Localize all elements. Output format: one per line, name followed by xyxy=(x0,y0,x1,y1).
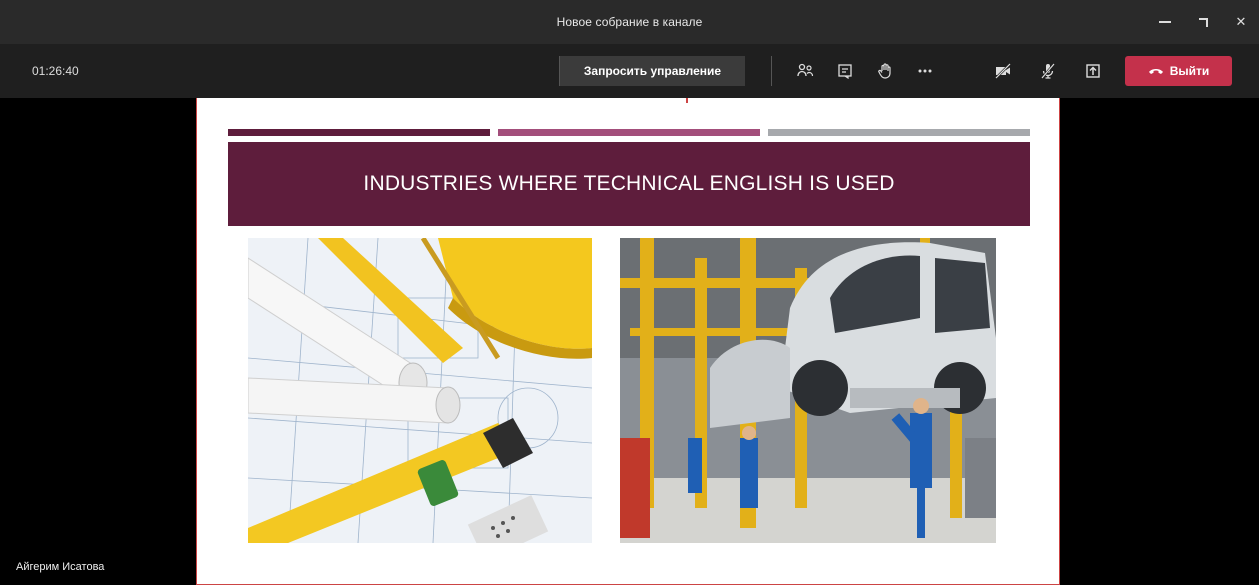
participant-name: Айгерим Исатова xyxy=(16,561,105,573)
chat-icon[interactable] xyxy=(833,58,857,84)
accent-bar-2 xyxy=(498,129,760,136)
toolbar-divider xyxy=(771,56,772,86)
close-icon: ✕ xyxy=(1235,14,1247,29)
more-icon[interactable] xyxy=(913,58,937,84)
slide-marker xyxy=(686,98,688,103)
leave-button[interactable]: Выйти xyxy=(1125,56,1232,86)
slide-banner: INDUSTRIES WHERE TECHNICAL ENGLISH IS US… xyxy=(228,142,1030,226)
minimize-icon xyxy=(1159,21,1171,23)
car-factory-image xyxy=(620,238,996,543)
slide-heading: INDUSTRIES WHERE TECHNICAL ENGLISH IS US… xyxy=(363,172,895,195)
participants-icon[interactable] xyxy=(793,58,817,84)
mic-off-icon[interactable] xyxy=(1036,58,1060,84)
shared-content-stage: INDUSTRIES WHERE TECHNICAL ENGLISH IS US… xyxy=(0,98,1259,585)
close-button[interactable]: ✕ xyxy=(1233,14,1249,30)
presentation-slide: INDUSTRIES WHERE TECHNICAL ENGLISH IS US… xyxy=(196,98,1060,585)
meeting-toolbar: 01:26:40 Запросить управление Выйти xyxy=(0,44,1259,98)
accent-bars xyxy=(228,129,1030,136)
maximize-icon xyxy=(1198,17,1208,27)
camera-off-icon[interactable] xyxy=(991,58,1015,84)
maximize-button[interactable] xyxy=(1195,14,1211,30)
leave-label: Выйти xyxy=(1169,64,1210,78)
window-controls: ✕ xyxy=(1157,0,1249,44)
hang-up-icon xyxy=(1148,69,1163,74)
share-tray-icon[interactable] xyxy=(1081,58,1105,84)
window-title: Новое собрание в канале xyxy=(556,15,703,29)
blueprint-tools-image xyxy=(248,238,592,543)
request-control-button[interactable]: Запросить управление xyxy=(559,56,745,86)
title-bar: Новое собрание в канале ✕ xyxy=(0,0,1259,44)
accent-bar-1 xyxy=(228,129,490,136)
raise-hand-icon[interactable] xyxy=(873,58,897,84)
minimize-button[interactable] xyxy=(1157,14,1173,30)
accent-bar-3 xyxy=(768,129,1030,136)
meeting-timer: 01:26:40 xyxy=(32,64,79,78)
